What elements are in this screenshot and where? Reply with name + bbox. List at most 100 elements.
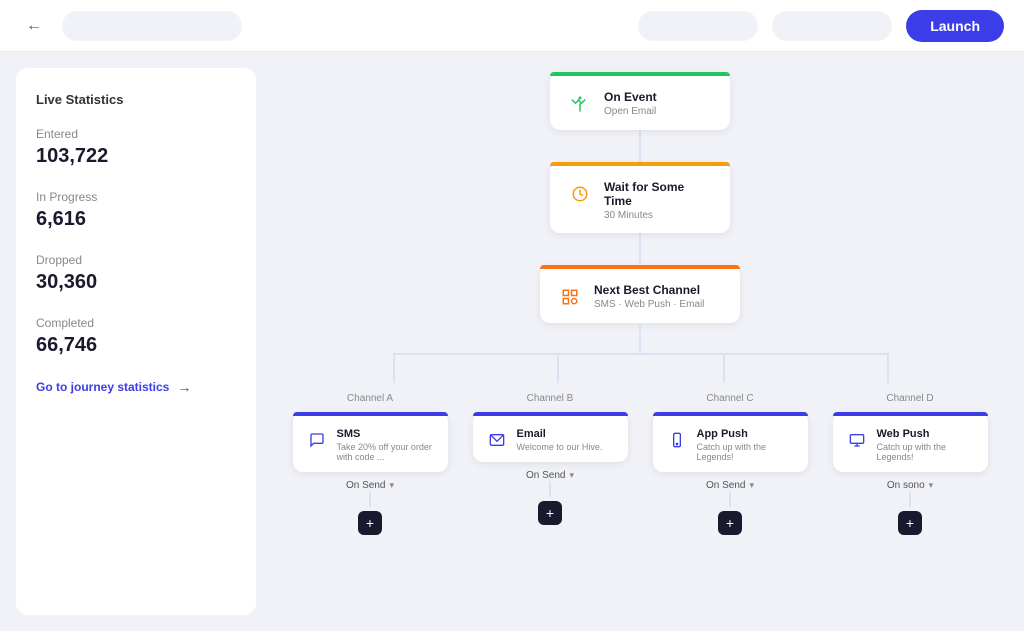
stat-in-progress: In Progress 6,616 — [36, 190, 236, 231]
add-node-sms[interactable]: + — [358, 511, 382, 535]
main-layout: Live Statistics Entered 103,722 In Progr… — [0, 52, 1024, 631]
node-wait-title: Wait for Some Time — [604, 180, 714, 208]
add-connector-email — [549, 481, 551, 497]
sms-icon — [305, 428, 329, 452]
channel-node-email-content: Email Welcome to our Hive. — [485, 428, 616, 452]
channel-node-webpush[interactable]: Web Push Catch up with the Legends! — [833, 412, 988, 472]
add-connector-apppush — [729, 491, 731, 507]
node-wait-bar — [550, 162, 730, 166]
channel-email-title: Email — [517, 428, 603, 440]
branch-connector — [276, 323, 1004, 393]
node-nbc-content: Next Best Channel SMS · Web Push · Email — [556, 283, 724, 311]
branch-vert — [639, 323, 641, 353]
node-nbc[interactable]: Next Best Channel SMS · Web Push · Email — [540, 265, 740, 323]
sidebar: Live Statistics Entered 103,722 In Progr… — [16, 68, 256, 615]
on-send-email[interactable]: On Send ▾ — [526, 470, 574, 481]
node-on-event-bar — [550, 72, 730, 76]
flow-canvas: On Event Open Email — [256, 52, 1024, 631]
nav-action-pill-1 — [638, 11, 758, 41]
stat-entered-label: Entered — [36, 127, 236, 141]
stat-in-progress-value: 6,616 — [36, 208, 236, 231]
node-nbc-bar — [540, 265, 740, 269]
flow-container: On Event Open Email — [276, 72, 1004, 535]
stat-completed-label: Completed — [36, 316, 236, 330]
channel-email-subtitle: Welcome to our Hive. — [517, 442, 603, 452]
stat-completed: Completed 66,746 — [36, 316, 236, 357]
go-link-text: Go to journey statistics — [36, 380, 169, 394]
channel-webpush-title: Web Push — [877, 428, 976, 440]
add-connector-sms — [369, 491, 371, 507]
add-node-apppush[interactable]: + — [718, 511, 742, 535]
chevron-down-icon-apppush: ▾ — [749, 480, 754, 491]
channel-node-sms-bar — [293, 412, 448, 416]
nbc-icon — [556, 283, 584, 311]
on-send-webpush-label: On sono — [887, 480, 925, 491]
on-send-sms[interactable]: On Send ▾ — [346, 480, 394, 491]
branch-drop-1 — [393, 353, 395, 383]
wait-icon — [566, 180, 594, 208]
channel-node-apppush-bar — [653, 412, 808, 416]
branch-col-a: Channel A — [290, 393, 450, 535]
branch-label-a: Channel A — [347, 393, 393, 404]
stat-in-progress-label: In Progress — [36, 190, 236, 204]
go-link-arrow-icon: → — [177, 379, 191, 395]
channel-node-apppush-content: App Push Catch up with the Legends! — [665, 428, 796, 462]
channel-node-webpush-bar — [833, 412, 988, 416]
branch-lines — [310, 323, 970, 393]
branch-col-d: Channel D W — [830, 393, 990, 535]
on-send-sms-label: On Send — [346, 480, 385, 491]
channel-apppush-subtitle: Catch up with the Legends! — [697, 442, 796, 462]
node-nbc-subtitle: SMS · Web Push · Email — [594, 299, 704, 310]
channel-apppush-title: App Push — [697, 428, 796, 440]
node-on-event-subtitle: Open Email — [604, 106, 657, 117]
back-button[interactable]: ← — [20, 12, 48, 40]
add-node-webpush[interactable]: + — [898, 511, 922, 535]
email-icon — [485, 428, 509, 452]
channel-node-apppush[interactable]: App Push Catch up with the Legends! — [653, 412, 808, 472]
channel-node-webpush-content: Web Push Catch up with the Legends! — [845, 428, 976, 462]
stat-dropped: Dropped 30,360 — [36, 253, 236, 294]
chevron-down-icon-email: ▾ — [569, 470, 574, 481]
node-nbc-title: Next Best Channel — [594, 283, 704, 297]
nav-title-pill — [62, 11, 242, 41]
apppush-icon — [665, 428, 689, 452]
branch-drop-4 — [887, 353, 889, 383]
branch-label-c: Channel C — [706, 393, 753, 404]
channel-sms-subtitle: Take 20% off your order with code ... — [337, 442, 436, 462]
on-send-webpush[interactable]: On sono ▾ — [887, 480, 933, 491]
branch-drop-3 — [723, 353, 725, 383]
chevron-down-icon: ▾ — [389, 480, 394, 491]
stat-dropped-label: Dropped — [36, 253, 236, 267]
channel-node-sms-content: SMS Take 20% off your order with code ..… — [305, 428, 436, 462]
node-wait-content: Wait for Some Time 30 Minutes — [566, 180, 714, 221]
webpush-icon — [845, 428, 869, 452]
connector-1 — [639, 130, 641, 162]
branch-drop-2 — [557, 353, 559, 383]
node-wait[interactable]: Wait for Some Time 30 Minutes — [550, 162, 730, 233]
channel-node-email-bar — [473, 412, 628, 416]
top-nav: ← Launch — [0, 0, 1024, 52]
branch-label-d: Channel D — [886, 393, 933, 404]
node-on-event-title: On Event — [604, 90, 657, 104]
on-send-apppush-label: On Send — [706, 480, 745, 491]
chevron-down-icon-webpush: ▾ — [929, 480, 934, 491]
on-send-email-label: On Send — [526, 470, 565, 481]
branch-horiz — [393, 353, 887, 355]
branch-col-b: Channel B Email — [470, 393, 630, 535]
on-send-apppush[interactable]: On Send ▾ — [706, 480, 754, 491]
branch-label-b: Channel B — [527, 393, 574, 404]
stat-entered: Entered 103,722 — [36, 127, 236, 168]
nav-action-pill-2 — [772, 11, 892, 41]
launch-button[interactable]: Launch — [906, 10, 1004, 42]
node-on-event-content: On Event Open Email — [566, 90, 714, 118]
on-event-icon — [566, 90, 594, 118]
channel-node-email[interactable]: Email Welcome to our Hive. — [473, 412, 628, 462]
stat-completed-value: 66,746 — [36, 334, 236, 357]
branch-col-c: Channel C App Push — [650, 393, 810, 535]
channel-webpush-subtitle: Catch up with the Legends! — [877, 442, 976, 462]
go-to-journey-link[interactable]: Go to journey statistics → — [36, 379, 236, 395]
stat-entered-value: 103,722 — [36, 145, 236, 168]
channel-node-sms[interactable]: SMS Take 20% off your order with code ..… — [293, 412, 448, 472]
node-on-event[interactable]: On Event Open Email — [550, 72, 730, 130]
add-node-email[interactable]: + — [538, 501, 562, 525]
